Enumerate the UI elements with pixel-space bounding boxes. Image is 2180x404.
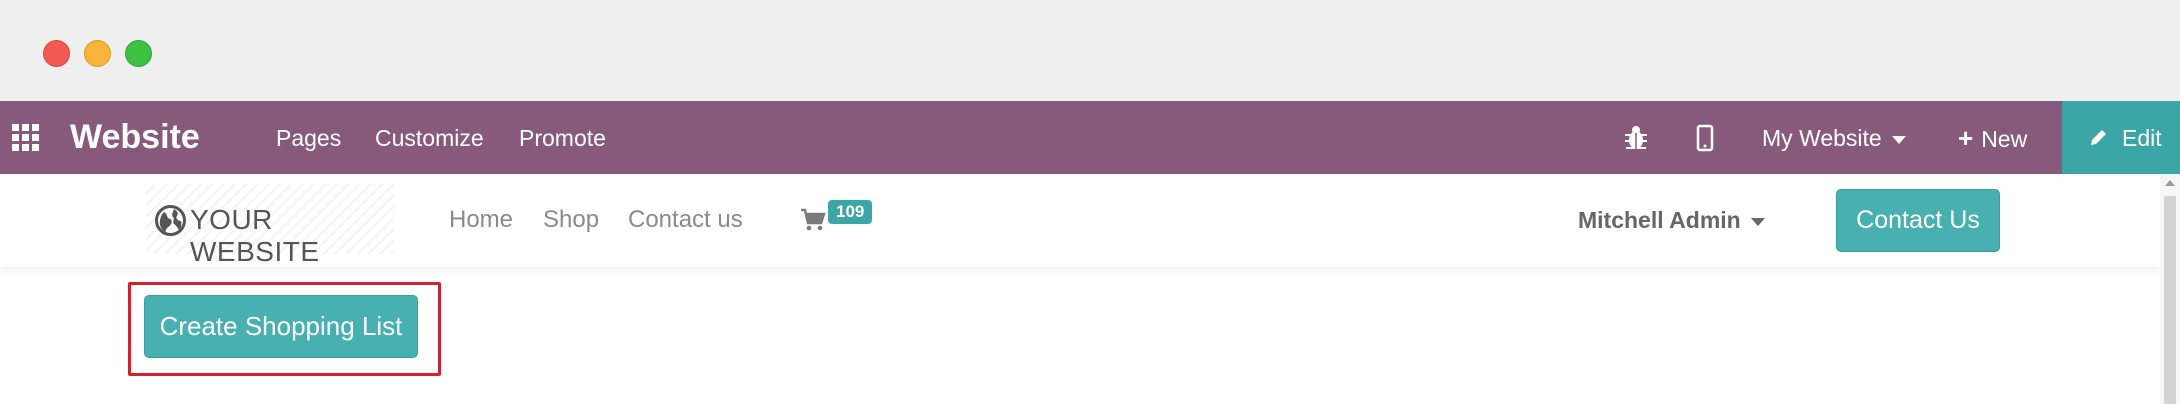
plus-icon: + <box>1958 123 1974 153</box>
chevron-down-icon <box>1891 135 1906 144</box>
scrollbar-thumb[interactable] <box>2164 196 2176 404</box>
website-selector[interactable]: My Website <box>1762 123 1906 153</box>
website-selector-label: My Website <box>1762 125 1882 151</box>
edit-button[interactable]: Edit <box>2062 101 2180 174</box>
nav-contact-us[interactable]: Contact us <box>628 205 743 235</box>
page-scrollbar[interactable] <box>2160 174 2180 404</box>
menu-customize[interactable]: Customize <box>375 123 484 153</box>
menu-promote[interactable]: Promote <box>519 123 606 153</box>
mobile-icon[interactable] <box>1696 123 1714 153</box>
window-titlebar <box>0 0 2180 101</box>
new-button[interactable]: + New <box>1958 123 2027 154</box>
scroll-up-icon[interactable] <box>2165 180 2175 186</box>
close-window-button[interactable] <box>43 40 70 67</box>
pencil-icon <box>2091 130 2106 145</box>
edit-button-label: Edit <box>2122 125 2162 151</box>
maximize-window-button[interactable] <box>125 40 152 67</box>
cart-icon[interactable] <box>800 207 826 233</box>
website-header: YOUR WEBSITE Home Shop Contact us 109 Mi… <box>0 174 2160 267</box>
logo-text: YOUR WEBSITE <box>190 204 320 267</box>
app-title[interactable]: Website <box>70 114 200 160</box>
user-name: Mitchell Admin <box>1578 207 1741 233</box>
cart-count-badge: 109 <box>828 200 873 224</box>
nav-shop[interactable]: Shop <box>543 205 599 235</box>
odoo-top-bar: Website Pages Customize Promote My Websi… <box>0 101 2180 174</box>
new-button-label: New <box>1981 126 2028 152</box>
minimize-window-button[interactable] <box>84 40 111 67</box>
contact-us-button[interactable]: Contact Us <box>1836 189 2000 252</box>
menu-pages[interactable]: Pages <box>276 123 341 153</box>
nav-home[interactable]: Home <box>449 205 513 235</box>
site-logo[interactable]: YOUR WEBSITE <box>146 184 394 267</box>
apps-grid-icon[interactable] <box>12 124 40 152</box>
create-shopping-list-button[interactable]: Create Shopping List <box>144 295 418 358</box>
globe-icon <box>155 205 186 236</box>
chevron-down-icon <box>1750 217 1765 226</box>
user-menu[interactable]: Mitchell Admin <box>1578 205 1765 235</box>
bug-icon[interactable] <box>1622 123 1650 153</box>
